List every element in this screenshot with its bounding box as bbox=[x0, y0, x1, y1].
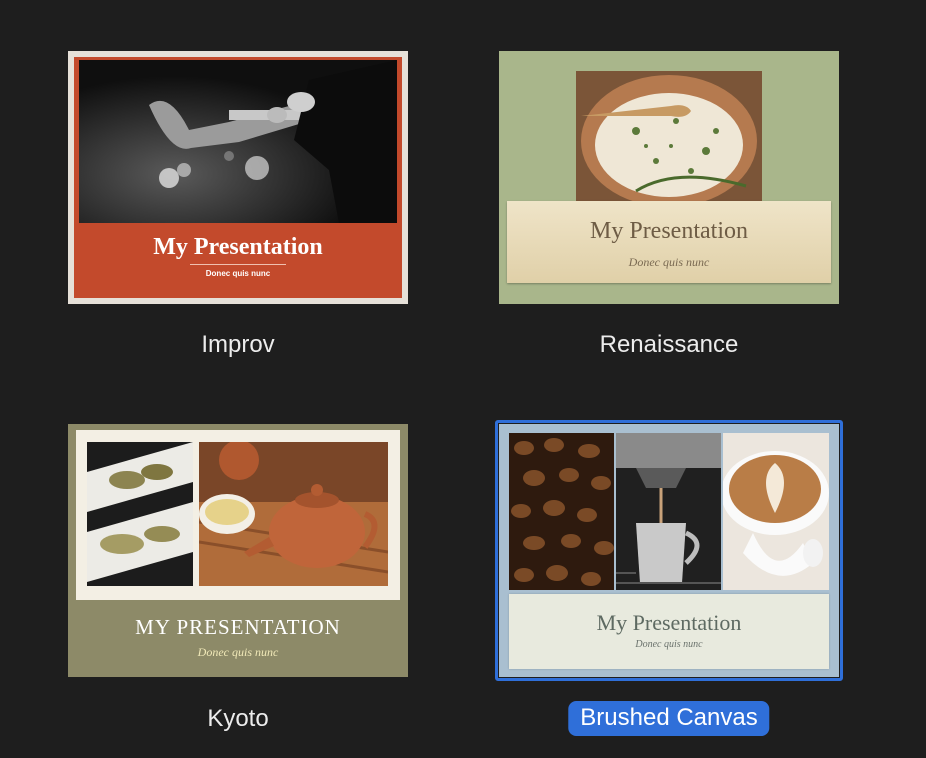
coffee-beans-photo bbox=[509, 433, 614, 590]
latte-photo bbox=[723, 433, 829, 590]
trumpet-photo bbox=[79, 60, 397, 223]
slide-title: My Presentation bbox=[153, 234, 323, 260]
slide-title: My Presentation bbox=[596, 610, 742, 635]
slide-title: My Presentation bbox=[590, 218, 748, 244]
slide-title: MY PRESENTATION bbox=[135, 615, 341, 639]
slide-subtitle: Donec quis nunc bbox=[205, 269, 271, 278]
theme-thumbnail-brushed-canvas[interactable]: My Presentation Donec quis nunc bbox=[499, 424, 839, 677]
teapot-photo bbox=[199, 442, 388, 586]
tea-leaves-photo bbox=[87, 442, 193, 586]
theme-name-improv[interactable]: Improv bbox=[201, 331, 274, 359]
title-underline bbox=[190, 264, 286, 265]
theme-name-brushed-canvas[interactable]: Brushed Canvas bbox=[568, 701, 770, 736]
theme-name-renaissance[interactable]: Renaissance bbox=[600, 331, 739, 359]
theme-name-kyoto[interactable]: Kyoto bbox=[207, 705, 268, 733]
theme-thumbnail-improv[interactable]: My Presentation Donec quis nunc bbox=[68, 51, 408, 304]
theme-thumbnail-kyoto[interactable]: MY PRESENTATION Donec quis nunc bbox=[68, 424, 408, 677]
espresso-machine-photo bbox=[616, 433, 721, 590]
slide-subtitle: Donec quis nunc bbox=[628, 255, 710, 269]
theme-thumbnail-renaissance[interactable]: My Presentation Donec quis nunc bbox=[499, 51, 839, 304]
slide-subtitle: Donec quis nunc bbox=[197, 645, 279, 659]
risotto-photo bbox=[576, 71, 762, 207]
slide-subtitle: Donec quis nunc bbox=[635, 639, 703, 650]
